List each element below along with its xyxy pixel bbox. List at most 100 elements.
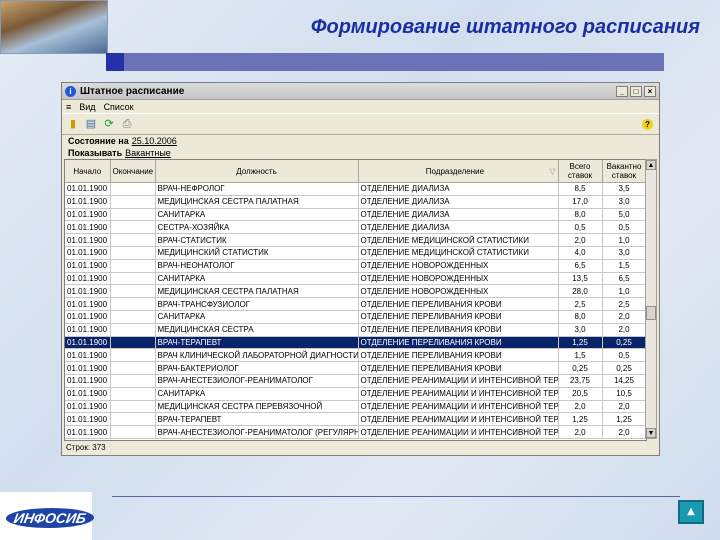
table-row[interactable]: 01.01.1900 ВРАЧ-АНЕСТЕЗИОЛОГ-РЕАНИМАТОЛОГ… — [65, 425, 646, 439]
show-filter-param: Показывать Вакантные — [62, 147, 659, 159]
cell-start: 01.01.1900 — [65, 348, 111, 363]
cell-total: 2,0 — [558, 425, 603, 439]
table-row[interactable]: 01.01.1900 ВРАЧ КЛИНИЧЕСКОЙ ЛАБОРАТОРНОЙ … — [65, 348, 646, 363]
cell-position: ВРАЧ-НЕОНАТОЛОГ — [155, 259, 359, 273]
cell-position: ВРАЧ-ТРАНСФУЗИОЛОГ — [155, 297, 359, 311]
cell-vacant: 10,5 — [602, 387, 646, 401]
col-header-total-rates[interactable]: Всего ставок — [558, 160, 603, 183]
menu-list[interactable]: Список — [104, 102, 134, 112]
exit-icon[interactable]: ▮ — [67, 118, 79, 130]
table-row[interactable]: 01.01.1900 САНИТАРКА ОТДЕЛЕНИЕ ПЕРЕЛИВАНИЯ… — [65, 310, 646, 324]
staff-schedule-window: i Штатное расписание _ □ × ≡ Вид Список … — [61, 82, 660, 456]
close-button[interactable]: × — [644, 85, 656, 97]
col-header-department-label: Подразделение — [425, 166, 485, 176]
cell-department: ОТДЕЛЕНИЕ МЕДИЦИНСКОЙ СТАТИСТИКИ — [358, 246, 559, 260]
card-icon[interactable]: ▤ — [85, 118, 97, 130]
filter-icon[interactable]: ▽ — [549, 167, 555, 176]
print-icon[interactable]: ⎙ — [121, 118, 133, 130]
cell-position: МЕДИЦИНСКАЯ СЕСТРА ПАЛАТНАЯ — [155, 195, 359, 209]
table-row[interactable]: 01.01.1900 ВРАЧ-ТЕРАПЕВТ ОТДЕЛЕНИЕ ПЕРЕЛИВ… — [65, 336, 646, 350]
cell-department: ОТДЕЛЕНИЕ НОВОРОЖДЕННЫХ — [358, 259, 559, 273]
table-row[interactable]: 01.01.1900 САНИТАРКА ОТДЕЛЕНИЕ РЕАНИМАЦИИ … — [65, 387, 646, 401]
cell-department: ОТДЕЛЕНИЕ ПЕРЕЛИВАНИЯ КРОВИ — [358, 361, 559, 375]
show-filter-link[interactable]: Вакантные — [125, 148, 171, 158]
table-row[interactable]: 01.01.1900 ВРАЧ-ТРАНСФУЗИОЛОГ ОТДЕЛЕНИЕ ПЕ… — [65, 297, 646, 311]
cell-department: ОТДЕЛЕНИЕ ДИАЛИЗА — [358, 182, 559, 196]
cell-department: ОТДЕЛЕНИЕ ПЕРЕЛИВАНИЯ КРОВИ — [358, 310, 559, 324]
cell-position: ВРАЧ-БАКТЕРИОЛОГ — [155, 361, 359, 375]
minimize-button[interactable]: _ — [616, 85, 628, 97]
col-header-end[interactable]: Окончание — [110, 160, 156, 183]
cell-end — [110, 246, 156, 260]
menu-view[interactable]: Вид — [79, 102, 95, 112]
refresh-icon[interactable]: ⟳ — [103, 118, 115, 130]
cell-position: МЕДИЦИНСКАЯ СЕСТРА ПАЛАТНАЯ — [155, 284, 359, 299]
cell-vacant: 2,5 — [602, 297, 646, 311]
cell-vacant: 2,0 — [602, 310, 646, 324]
cell-total: 20,5 — [558, 387, 603, 401]
hamburger-icon[interactable]: ≡ — [66, 102, 71, 112]
cell-department: ОТДЕЛЕНИЕ РЕАНИМАЦИИ И ИНТЕНСИВНОЙ ТЕРАП… — [358, 412, 559, 427]
cell-position: ВРАЧ-ТЕРАПЕВТ — [155, 412, 359, 427]
cell-total: 2,5 — [558, 297, 603, 311]
window-caption[interactable]: i Штатное расписание _ □ × — [62, 83, 659, 100]
col-header-department[interactable]: Подразделение ▽ — [358, 160, 559, 183]
scroll-down-arrow[interactable]: ▼ — [646, 428, 656, 438]
help-icon[interactable]: ? — [642, 118, 653, 130]
cell-end — [110, 387, 156, 401]
cell-total: 28,0 — [558, 284, 603, 299]
cell-department: ОТДЕЛЕНИЕ ДИАЛИЗА — [358, 195, 559, 209]
state-date-link[interactable]: 25.10.2006 — [132, 136, 177, 146]
cell-position: САНИТАРКА — [155, 310, 359, 324]
cell-start: 01.01.1900 — [65, 246, 111, 260]
cell-total: 2,0 — [558, 400, 603, 414]
cell-start: 01.01.1900 — [65, 400, 111, 414]
table-row[interactable]: 01.01.1900 МЕДИЦИНСКАЯ СЕСТРА ПЕРЕВЯЗОЧНО… — [65, 400, 646, 414]
window-controls: _ □ × — [616, 85, 656, 97]
cell-vacant: 1,0 — [602, 233, 646, 247]
table-row[interactable]: 01.01.1900 ВРАЧ-БАКТЕРИОЛОГ ОТДЕЛЕНИЕ ПЕРЕ… — [65, 361, 646, 375]
scroll-thumb[interactable] — [646, 306, 656, 320]
table-row[interactable]: 01.01.1900 МЕДИЦИНСКАЯ СЕСТРА ПАЛАТНАЯ ОТД… — [65, 195, 646, 209]
table-row[interactable]: 01.01.1900 ВРАЧ-СТАТИСТИК ОТДЕЛЕНИЕ МЕДИЦИ… — [65, 233, 646, 247]
cell-department: ОТДЕЛЕНИЕ РЕАНИМАЦИИ И ИНТЕНСИВНОЙ ТЕРАП… — [358, 425, 559, 439]
table-row[interactable]: 01.01.1900 ВРАЧ-НЕФРОЛОГ ОТДЕЛЕНИЕ ДИАЛИЗА… — [65, 182, 646, 196]
col-header-start[interactable]: Начало — [65, 160, 111, 183]
table-row[interactable]: 01.01.1900 СЕСТРА-ХОЗЯЙКА ОТДЕЛЕНИЕ ДИАЛИЗ… — [65, 220, 646, 235]
state-date-param: Состояние на 25.10.2006 — [62, 135, 659, 147]
cell-vacant: 14,25 — [602, 374, 646, 388]
cell-position: САНИТАРКА — [155, 272, 359, 286]
cell-position: ВРАЧ-ТЕРАПЕВТ — [155, 336, 359, 350]
window-title: Штатное расписание — [80, 85, 185, 97]
table-row[interactable]: 01.01.1900 МЕДИЦИНСКАЯ СЕСТРА ПАЛАТНАЯ ОТД… — [65, 284, 646, 299]
cell-department: ОТДЕЛЕНИЕ РЕАНИМАЦИИ И ИНТЕНСИВНОЙ ТЕРАП… — [358, 374, 559, 388]
cell-department: ОТДЕЛЕНИЕ РЕАНИМАЦИИ И ИНТЕНСИВНОЙ ТЕРАП… — [358, 387, 559, 401]
col-header-vacant-rates[interactable]: Вакантно ставок — [602, 160, 646, 183]
table-row[interactable]: 01.01.1900 ВРАЧ-НЕОНАТОЛОГ ОТДЕЛЕНИЕ НОВОР… — [65, 259, 646, 273]
cell-end — [110, 284, 156, 299]
cell-start: 01.01.1900 — [65, 182, 111, 196]
table-row[interactable]: 01.01.1900 ВРАЧ-АНЕСТЕЗИОЛОГ-РЕАНИМАТОЛОГ… — [65, 374, 646, 388]
header-thumbnail-image — [0, 0, 108, 54]
cell-vacant: 2,0 — [602, 400, 646, 414]
cell-department: ОТДЕЛЕНИЕ НОВОРОЖДЕННЫХ — [358, 272, 559, 286]
cell-position: ВРАЧ-АНЕСТЕЗИОЛОГ-РЕАНИМАТОЛОГ (РЕГУЛЯРН… — [155, 425, 359, 439]
cell-department: ОТДЕЛЕНИЕ МЕДИЦИНСКОЙ СТАТИСТИКИ — [358, 233, 559, 247]
title-accent-bar — [124, 53, 664, 71]
cell-total: 13,5 — [558, 272, 603, 286]
vertical-scrollbar[interactable]: ▲ ▼ — [645, 159, 657, 439]
cell-end — [110, 374, 156, 388]
maximize-button[interactable]: □ — [630, 85, 642, 97]
table-row[interactable]: 01.01.1900 МЕДИЦИНСКАЯ СЕСТРА ОТДЕЛЕНИЕ ПЕ… — [65, 323, 646, 337]
table-row[interactable]: 01.01.1900 САНИТАРКА ОТДЕЛЕНИЕ НОВОРОЖДЕНН… — [65, 272, 646, 286]
cell-position: МЕДИЦИНСКИЙ СТАТИСТИК — [155, 246, 359, 260]
table-row[interactable]: 01.01.1900 САНИТАРКА ОТДЕЛЕНИЕ ДИАЛИЗА 8,0 5… — [65, 208, 646, 222]
col-header-position[interactable]: Должность — [155, 160, 359, 183]
cell-vacant: 6,5 — [602, 272, 646, 286]
cell-position: СЕСТРА-ХОЗЯЙКА — [155, 220, 359, 235]
table-row[interactable]: 01.01.1900 МЕДИЦИНСКИЙ СТАТИСТИК ОТДЕЛЕНИЕ… — [65, 246, 646, 260]
table-row[interactable]: 01.01.1900 ВРАЧ-ТЕРАПЕВТ ОТДЕЛЕНИЕ РЕАНИМА… — [65, 412, 646, 427]
home-icon[interactable]: ▲ — [678, 500, 704, 524]
scroll-up-arrow[interactable]: ▲ — [646, 160, 656, 170]
show-label: Показывать — [68, 148, 123, 158]
